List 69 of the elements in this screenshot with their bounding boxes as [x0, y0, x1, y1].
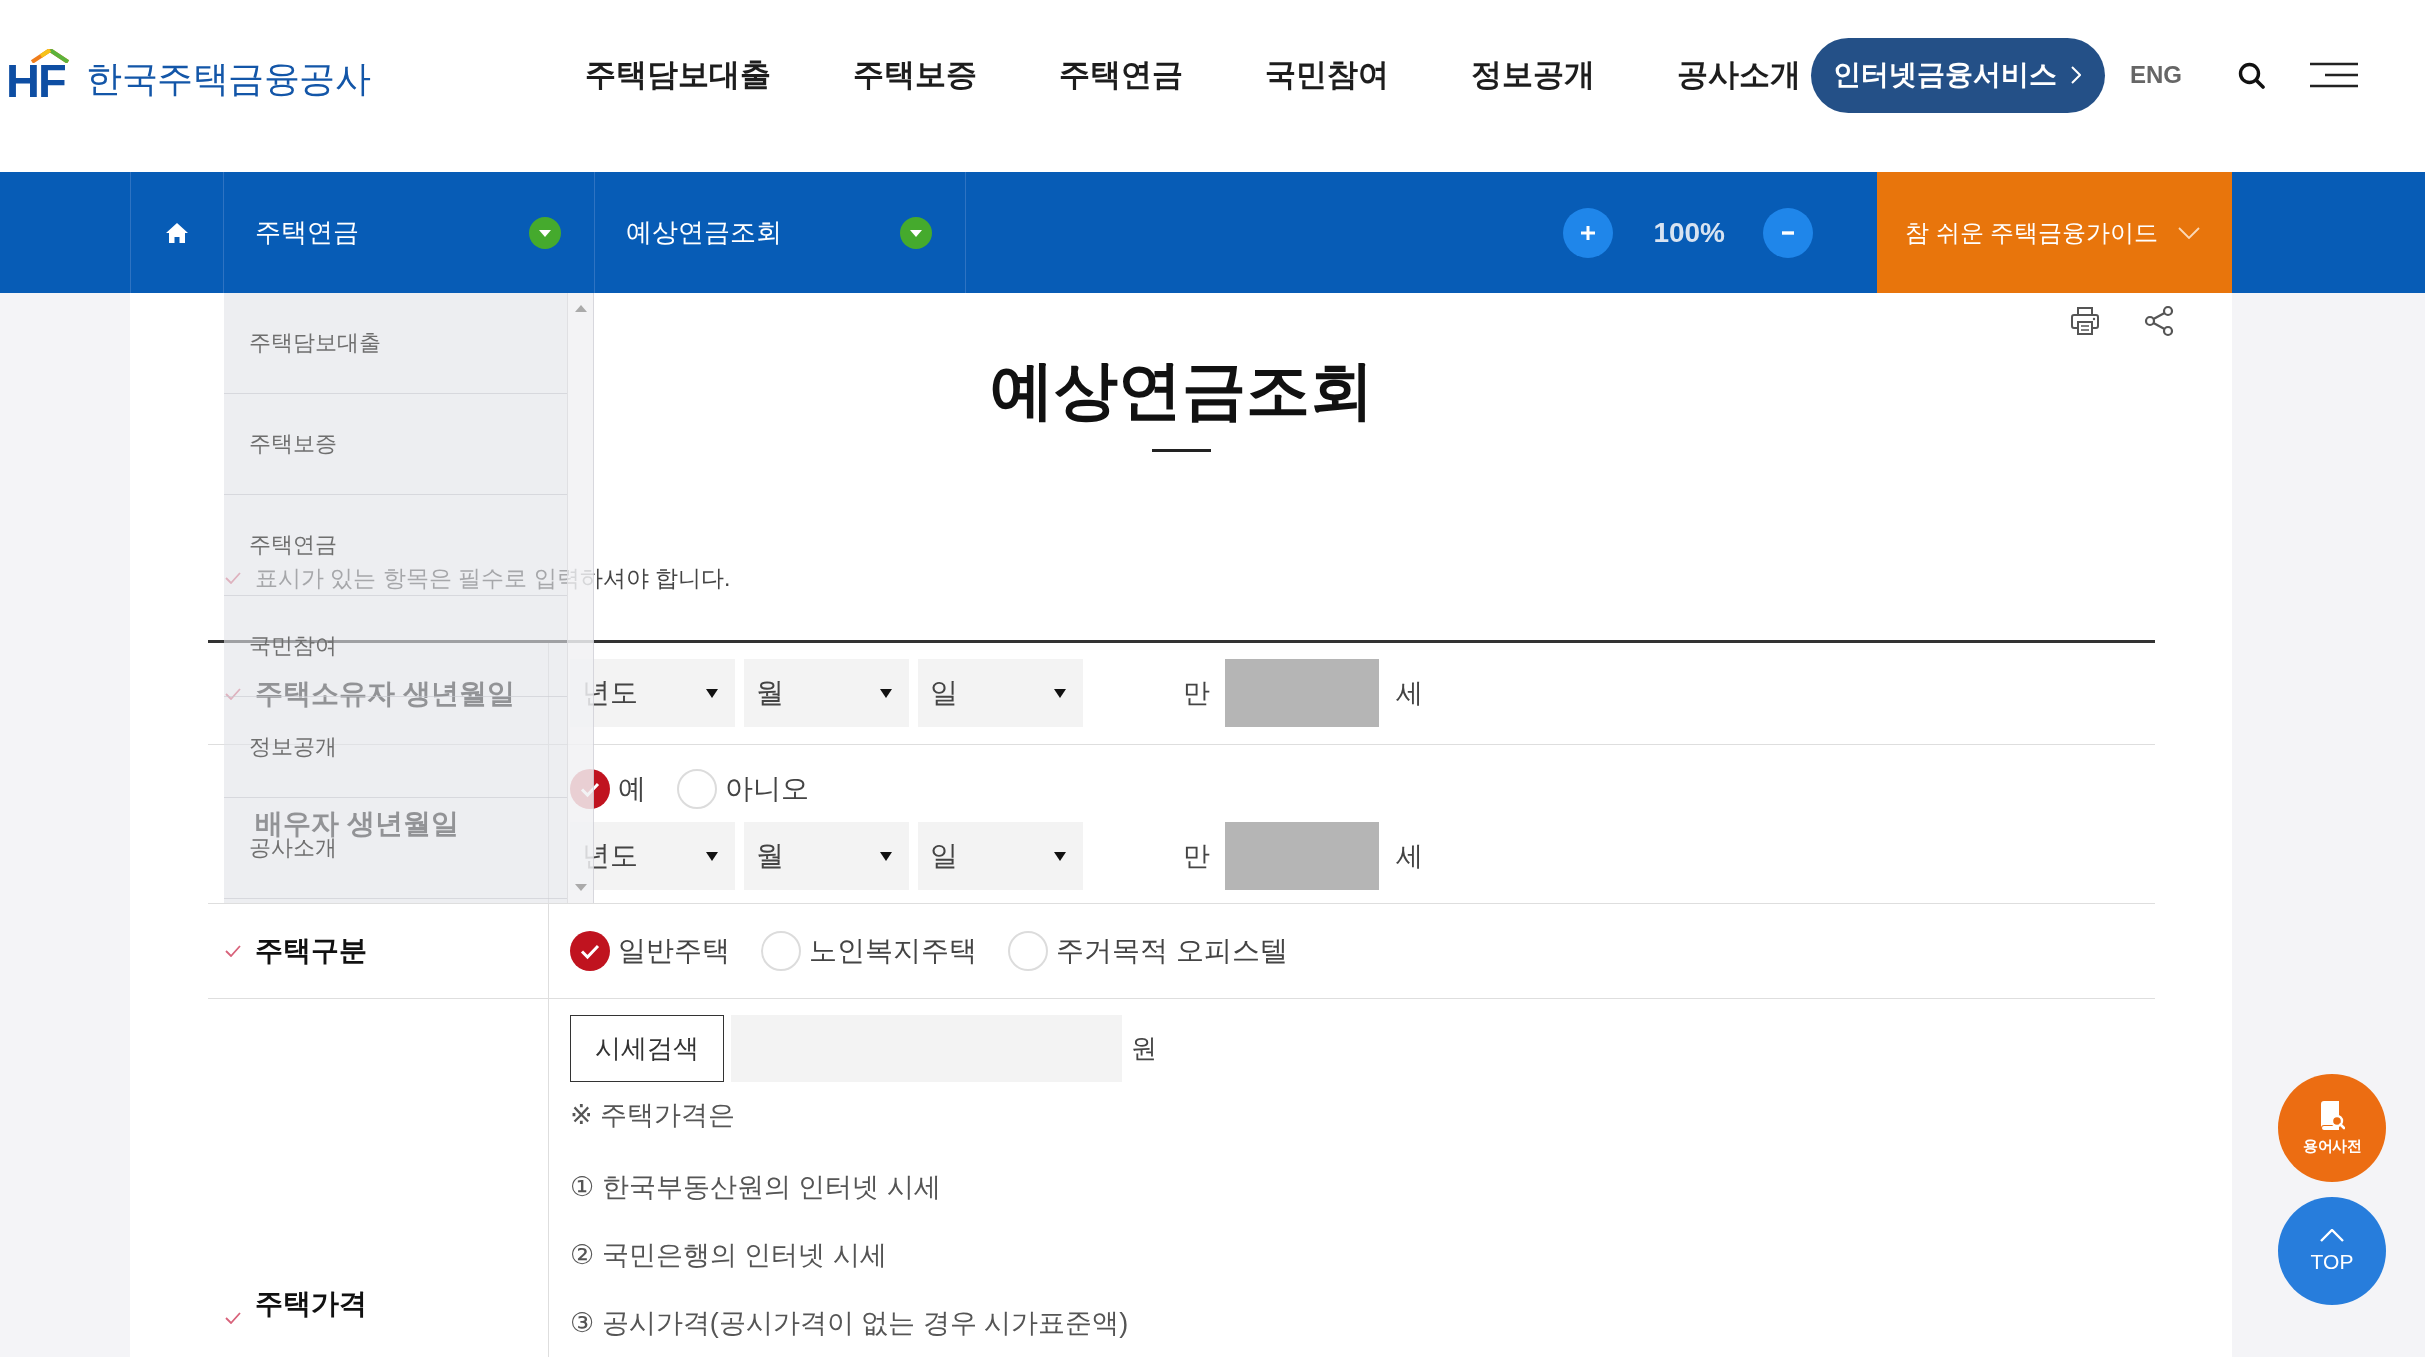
- field-label: 주택가격: [255, 1287, 367, 1321]
- caret-icon: [1054, 688, 1066, 698]
- price-search-button[interactable]: 시세검색: [570, 1015, 724, 1082]
- age-prefix: 만: [1183, 677, 1210, 710]
- breadcrumb-dropdown[interactable]: 예상연금조회: [595, 172, 965, 293]
- nav-menu-item[interactable]: 주택연금: [1059, 53, 1183, 97]
- dropdown-item[interactable]: 주택담보대출: [249, 329, 381, 357]
- date-select[interactable]: 월: [744, 822, 909, 890]
- nav-menu-item[interactable]: 국민참여: [1265, 53, 1389, 97]
- radio-label[interactable]: 일반주택: [618, 932, 730, 970]
- date-select[interactable]: 일: [918, 659, 1083, 727]
- price-note: ※ 주택가격은: [570, 1099, 736, 1132]
- radio-button[interactable]: [570, 769, 610, 809]
- caret-icon: [900, 216, 932, 249]
- caret-icon: [880, 688, 892, 698]
- share-icon[interactable]: [2143, 305, 2175, 337]
- age-suffix: 세: [1396, 677, 1423, 710]
- age-suffix: 세: [1396, 840, 1423, 873]
- roof-icon: [30, 49, 70, 63]
- field-label: 주택구분: [255, 934, 367, 968]
- logo-text[interactable]: 한국주택금융공사: [86, 57, 370, 101]
- logo-mark[interactable]: HF: [6, 61, 70, 101]
- age-prefix: 만: [1183, 840, 1210, 873]
- book-search-icon: [2319, 1100, 2345, 1131]
- chevron-up-icon: [2320, 1228, 2344, 1242]
- caret-icon: [706, 688, 718, 698]
- breadcrumb-dropdown[interactable]: 주택연금: [224, 172, 594, 293]
- nav-menu-item[interactable]: 공사소개: [1677, 53, 1801, 97]
- radio-button[interactable]: [761, 931, 801, 971]
- chevron-down-icon: [2178, 226, 2200, 239]
- date-select[interactable]: 월: [744, 659, 909, 727]
- currency-unit: 원: [1131, 1032, 1157, 1065]
- nav-menu-item[interactable]: 주택담보대출: [585, 53, 771, 97]
- field-label: 주택소유자 생년월일: [255, 676, 515, 711]
- scroll-to-top-button[interactable]: TOP: [2278, 1197, 2386, 1305]
- nav-menu-item[interactable]: 정보공개: [1471, 53, 1595, 97]
- nav-menu-item[interactable]: 주택보증: [853, 53, 977, 97]
- date-select[interactable]: 일: [918, 822, 1083, 890]
- home-icon: [166, 222, 188, 243]
- plus-icon: [1580, 224, 1597, 241]
- radio-label[interactable]: 주거목적 오피스텔: [1056, 932, 1288, 970]
- internet-finance-service-button[interactable]: 인터넷금융서비스: [1811, 37, 2105, 113]
- radio-label[interactable]: 아니오: [725, 770, 809, 808]
- minus-icon: [1782, 230, 1794, 235]
- dropdown-item[interactable]: 정보공개: [249, 733, 337, 761]
- search-icon[interactable]: [2238, 61, 2265, 89]
- caret-icon: [880, 851, 892, 861]
- dropdown-item[interactable]: 주택보증: [249, 430, 337, 458]
- chevron-right-icon: [2071, 66, 2081, 84]
- price-source-item: ② 국민은행의 인터넷 시세: [570, 1239, 887, 1272]
- field-label: 배우자 생년월일: [255, 807, 459, 839]
- dropdown-item[interactable]: 주택연금: [249, 531, 337, 559]
- check-icon: [225, 572, 241, 584]
- caret-icon: [1054, 851, 1066, 861]
- radio-label[interactable]: 예: [618, 770, 646, 808]
- price-source-item: ③ 공시가격(공시가격이 없는 경우 시가표준액): [570, 1307, 1129, 1340]
- page-title: 예상연금조회: [989, 353, 1374, 428]
- radio-label[interactable]: 노인복지주택: [809, 932, 977, 970]
- required-notice: 표시가 있는 항목은 필수로 입력하셔야 합니다.: [255, 563, 731, 593]
- radio-button[interactable]: [570, 931, 610, 971]
- radio-button[interactable]: [677, 769, 717, 809]
- menu-icon[interactable]: [2310, 62, 2358, 88]
- caret-icon: [706, 851, 718, 861]
- caret-icon: [529, 216, 561, 249]
- zoom-level: 100%: [1653, 216, 1725, 249]
- print-icon[interactable]: [2070, 306, 2100, 336]
- radio-button[interactable]: [1008, 931, 1048, 971]
- language-link[interactable]: ENG: [2130, 61, 2182, 89]
- price-source-item: ① 한국부동산원의 인터넷 시세: [570, 1171, 941, 1204]
